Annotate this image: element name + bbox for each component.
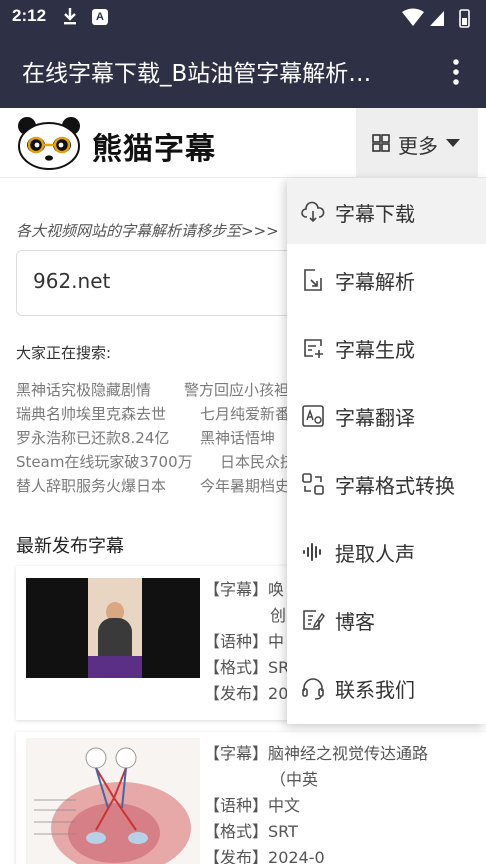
menu-item-blog[interactable]: 博客 [287, 586, 486, 652]
hot-search-link[interactable]: 罗永浩称已还款8.24亿 [16, 429, 169, 447]
subtitle-title-field: 【字幕】唤 [204, 580, 285, 599]
menu-item-extract-voice[interactable]: 提取人声 [287, 518, 486, 584]
menu-item-subtitle-download[interactable]: 字幕下载 [287, 178, 486, 244]
hot-search-link[interactable]: 瑞典名帅埃里克森去世 [16, 405, 166, 423]
menu-item-label: 博客 [335, 610, 375, 634]
hot-search-link[interactable]: 黑神话悟坤 [200, 426, 275, 450]
format-convert-icon [302, 473, 324, 495]
menu-item-format-convert[interactable]: 字幕格式转换 [287, 450, 486, 516]
subtitle-title-cont: （中英 [270, 770, 319, 789]
panda-logo-icon [18, 117, 80, 170]
more-menu-label: 更多 [398, 134, 438, 158]
headset-icon [302, 678, 324, 700]
hot-search-label: 大家正在搜索: [16, 344, 112, 362]
hot-search-link[interactable]: 日本民众挤 [220, 450, 295, 474]
format-field: 【格式】SRT [204, 658, 298, 677]
menu-item-contact-us[interactable]: 联系我们 [287, 654, 486, 720]
subtitle-title-field: 【字幕】脑神经之视觉传达通路 [204, 744, 429, 763]
menu-item-label: 字幕生成 [335, 338, 415, 362]
translate-icon [302, 405, 324, 427]
hot-search-link[interactable]: 七月纯爱新番 [200, 402, 290, 426]
publish-date-field: 【发布】2024-0 [204, 848, 325, 864]
site-logo[interactable]: 熊猫字幕 [16, 116, 226, 172]
more-dropdown-menu: 字幕下载 字幕解析 字幕生成 字幕翻译 字幕格式转换 提取人声 博客 联系我们 [287, 178, 486, 724]
hot-search-link[interactable]: 黑神话究极隐藏剧情 [16, 381, 151, 399]
publish-date-field: 【发布】202 [204, 684, 299, 703]
format-field: 【格式】SRT [204, 822, 298, 841]
menu-item-label: 提取人声 [335, 542, 415, 566]
site-brand-name: 熊猫字幕 [92, 132, 216, 167]
menu-item-label: 字幕下载 [335, 202, 415, 226]
menu-item-label: 字幕格式转换 [335, 474, 455, 498]
brain-diagram-thumbnail [26, 738, 200, 864]
search-box[interactable] [16, 250, 316, 316]
voice-wave-icon [303, 543, 321, 561]
caret-down-icon [446, 139, 460, 147]
video-thumbnail [26, 578, 200, 678]
overflow-menu-icon[interactable] [444, 56, 468, 88]
hot-search-link[interactable]: 今年暑期档史 [200, 474, 290, 498]
hot-search-link[interactable]: Steam在线玩家破3700万 [16, 453, 193, 471]
menu-item-subtitle-parse[interactable]: 字幕解析 [287, 246, 486, 312]
status-bar: 2:12 A [0, 0, 486, 36]
status-time: 2:12 [12, 6, 47, 25]
parse-hint-text: 各大视频网站的字幕解析请移步至>>> [16, 222, 279, 240]
hot-search-link[interactable]: 替人辞职服务火爆日本 [16, 477, 166, 495]
menu-item-label: 字幕翻译 [335, 406, 415, 430]
hot-search-link[interactable]: 警方回应小孩袒 [184, 378, 289, 402]
language-field: 【语种】中 [204, 632, 285, 651]
language-field: 【语种】中文 [204, 796, 301, 815]
app-notification-icon: A [92, 9, 108, 25]
cloud-download-icon [301, 201, 325, 223]
subtitle-card[interactable]: 【字幕】脑神经之视觉传达通路 （中英 【语种】中文 【格式】SRT 【发布】20… [16, 732, 486, 864]
menu-item-label: 字幕解析 [335, 270, 415, 294]
latest-subtitles-heading: 最新发布字幕 [16, 536, 124, 557]
menu-item-subtitle-generate[interactable]: 字幕生成 [287, 314, 486, 380]
menu-item-subtitle-translate[interactable]: 字幕翻译 [287, 382, 486, 448]
page-title: 在线字幕下载_B站油管字幕解析… [22, 61, 372, 87]
site-header: 熊猫字幕 更多 [0, 108, 486, 178]
blog-edit-icon [303, 610, 325, 630]
grid-icon [372, 134, 390, 152]
search-input[interactable] [33, 269, 293, 293]
system-status-icons [402, 8, 470, 28]
app-bar: 在线字幕下载_B站油管字幕解析… [0, 36, 486, 108]
more-menu-button[interactable]: 更多 [356, 108, 478, 178]
subtitle-add-icon [304, 339, 323, 358]
menu-item-label: 联系我们 [335, 678, 415, 702]
subtitle-title-cont: 创 [270, 606, 287, 625]
download-notification-icon [64, 8, 76, 25]
document-parse-icon [304, 269, 322, 291]
